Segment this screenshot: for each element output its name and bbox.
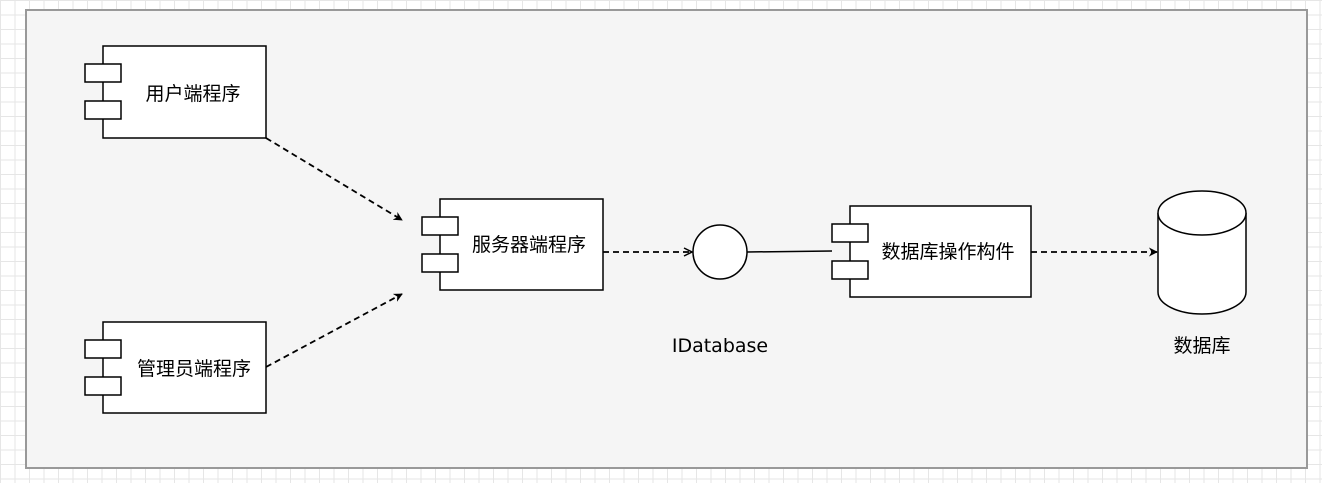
interface-label: IDatabase (672, 335, 768, 357)
component-port-icon (84, 339, 122, 359)
component-port-icon (831, 260, 869, 280)
database-label: 数据库 (1173, 335, 1230, 357)
client-label: 用户端程序 (145, 83, 240, 105)
component-port-icon (84, 100, 122, 120)
component-port-icon (421, 253, 459, 273)
realization-interface-db-component[interactable] (746, 250, 833, 253)
diagram-canvas: 用户端程序 管理员端程序 服务器端程序 数据库操作构件 IDatabase 数据… (0, 0, 1322, 483)
component-port-icon (84, 376, 122, 396)
component-port-icon (831, 223, 869, 243)
diagram-svg: 用户端程序 管理员端程序 服务器端程序 数据库操作构件 IDatabase 数据… (25, 9, 1308, 469)
component-port-icon (84, 63, 122, 83)
server-label: 服务器端程序 (472, 234, 586, 256)
client-component[interactable]: 用户端程序 (84, 45, 267, 139)
admin-component[interactable]: 管理员端程序 (84, 321, 267, 414)
component-port-icon (421, 216, 459, 236)
db-component-label: 数据库操作构件 (881, 241, 1014, 263)
server-component[interactable]: 服务器端程序 (421, 198, 604, 291)
admin-label: 管理员端程序 (137, 358, 251, 380)
db-component[interactable]: 数据库操作构件 (831, 205, 1032, 298)
